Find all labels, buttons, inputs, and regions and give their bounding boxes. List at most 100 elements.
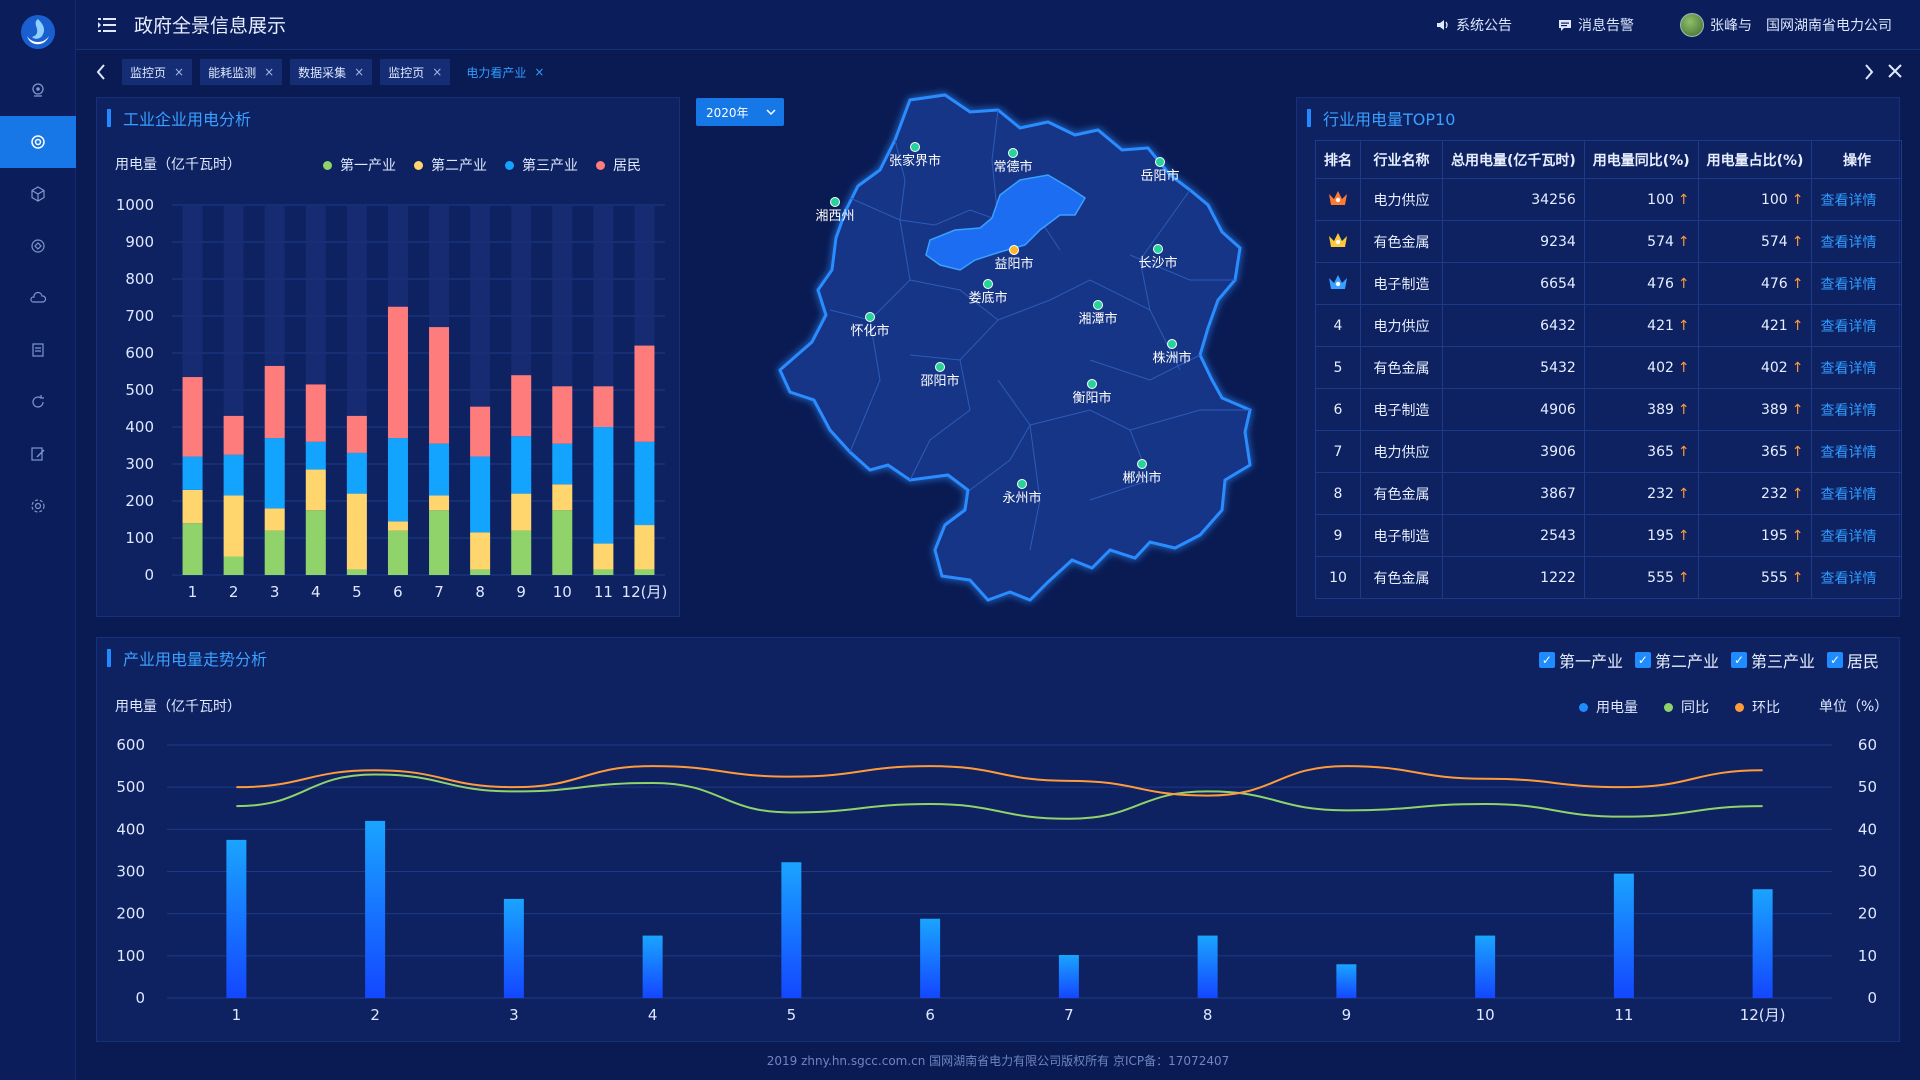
tab-close-icon[interactable]: ×: [432, 65, 442, 79]
bar[interactable]: [1197, 935, 1218, 998]
bar-segment[interactable]: [470, 456, 491, 533]
tab-1[interactable]: 能耗监测 ×: [200, 59, 283, 85]
bar-segment[interactable]: [387, 521, 408, 531]
action-value[interactable]: 查看详情: [1820, 361, 1876, 377]
bar-segment[interactable]: [552, 510, 573, 575]
action-value[interactable]: 查看详情: [1820, 193, 1876, 209]
tab-0[interactable]: 监控页 ×: [122, 59, 193, 85]
bar-segment[interactable]: [634, 569, 655, 575]
bar-segment[interactable]: [346, 415, 367, 453]
bar-segment[interactable]: [182, 377, 203, 457]
bar-segment[interactable]: [511, 375, 532, 437]
bar-segment[interactable]: [634, 345, 655, 442]
bar[interactable]: [1613, 873, 1634, 998]
bar[interactable]: [1058, 954, 1079, 998]
action-cell[interactable]: 查看详情: [1811, 346, 1903, 389]
bar[interactable]: [642, 935, 663, 998]
action-cell[interactable]: 查看详情: [1811, 220, 1903, 263]
sidebar-item-target[interactable]: [0, 116, 76, 168]
sidebar-item-cube[interactable]: [0, 168, 76, 220]
bar-segment[interactable]: [470, 532, 491, 570]
user-menu[interactable]: 张峰与 国网湖南省电力公司: [1680, 12, 1892, 37]
bar-segment[interactable]: [634, 441, 655, 526]
bar-segment[interactable]: [552, 484, 573, 511]
bar-segment[interactable]: [593, 543, 614, 570]
tab-scroll-left[interactable]: [90, 61, 112, 83]
bar[interactable]: [1475, 935, 1496, 998]
bar-segment[interactable]: [264, 508, 285, 531]
bar-segment[interactable]: [182, 489, 203, 524]
action-value[interactable]: 查看详情: [1820, 445, 1876, 461]
action-cell[interactable]: 查看详情: [1811, 262, 1903, 305]
action-cell[interactable]: 查看详情: [1811, 304, 1903, 347]
tab-close-icon[interactable]: ×: [174, 65, 184, 79]
bar-segment[interactable]: [387, 438, 408, 522]
menu-toggle-icon[interactable]: [98, 17, 116, 33]
bar-segment[interactable]: [305, 510, 326, 575]
bar-segment[interactable]: [223, 454, 244, 496]
tab-close-icon[interactable]: ×: [264, 65, 274, 79]
bar-segment[interactable]: [223, 415, 244, 455]
bar-segment[interactable]: [511, 493, 532, 531]
bar-segment[interactable]: [305, 469, 326, 511]
sidebar-item-refresh[interactable]: [0, 376, 76, 428]
bar[interactable]: [1336, 964, 1357, 998]
bar-segment[interactable]: [346, 493, 367, 570]
sidebar-item-cloud[interactable]: [0, 272, 76, 324]
action-value[interactable]: 查看详情: [1820, 529, 1876, 545]
bar-segment[interactable]: [552, 443, 573, 485]
bar-segment[interactable]: [182, 456, 203, 490]
bar-segment[interactable]: [593, 569, 614, 575]
bar-segment[interactable]: [346, 452, 367, 494]
bar-segment[interactable]: [429, 510, 450, 575]
bar-segment[interactable]: [429, 443, 450, 496]
bar-segment[interactable]: [264, 530, 285, 575]
chevron-right-icon[interactable]: [1864, 64, 1874, 80]
bar-segment[interactable]: [511, 530, 532, 575]
action-value[interactable]: 查看详情: [1820, 487, 1876, 503]
bar-segment[interactable]: [346, 569, 367, 575]
alert-link[interactable]: 消息告警: [1558, 15, 1634, 35]
bar-segment[interactable]: [429, 495, 450, 511]
sidebar-item-module[interactable]: [0, 220, 76, 272]
announcement-link[interactable]: 系统公告: [1436, 15, 1512, 35]
action-cell[interactable]: 查看详情: [1811, 388, 1903, 431]
bar-segment[interactable]: [223, 495, 244, 557]
action-cell[interactable]: 查看详情: [1811, 556, 1903, 599]
bar-segment[interactable]: [182, 523, 203, 575]
action-value[interactable]: 查看详情: [1820, 571, 1876, 587]
action-value[interactable]: 查看详情: [1820, 235, 1876, 251]
sidebar-item-settings[interactable]: [0, 480, 76, 532]
action-value[interactable]: 查看详情: [1820, 277, 1876, 293]
bar-segment[interactable]: [264, 365, 285, 439]
sidebar-item-document[interactable]: [0, 324, 76, 376]
action-cell[interactable]: 查看详情: [1811, 430, 1903, 473]
bar-segment[interactable]: [634, 525, 655, 570]
bar-segment[interactable]: [387, 530, 408, 575]
bar-segment[interactable]: [264, 438, 285, 509]
bar[interactable]: [503, 898, 524, 998]
tab-2[interactable]: 数据采集 ×: [290, 59, 373, 85]
bar-segment[interactable]: [511, 436, 532, 494]
bar-segment[interactable]: [470, 569, 491, 575]
bar[interactable]: [1752, 889, 1773, 998]
bar-segment[interactable]: [305, 441, 326, 470]
bar-segment[interactable]: [387, 306, 408, 439]
sidebar-item-location[interactable]: [0, 64, 76, 116]
bar[interactable]: [920, 918, 941, 998]
action-cell[interactable]: 查看详情: [1811, 514, 1903, 557]
tab-4[interactable]: 电力看产业 ×: [458, 59, 552, 85]
tab-close-icon[interactable]: ×: [354, 65, 364, 79]
tab-3[interactable]: 监控页 ×: [380, 59, 451, 85]
app-logo[interactable]: [0, 0, 76, 64]
bar-segment[interactable]: [552, 386, 573, 444]
bar-segment[interactable]: [305, 384, 326, 442]
bar-segment[interactable]: [593, 427, 614, 544]
bar-segment[interactable]: [470, 406, 491, 457]
bar[interactable]: [781, 862, 802, 998]
tab-close-icon[interactable]: ×: [534, 65, 544, 79]
sidebar-item-edit[interactable]: [0, 428, 76, 480]
action-value[interactable]: 查看详情: [1820, 403, 1876, 419]
close-all-icon[interactable]: [1888, 64, 1902, 78]
action-cell[interactable]: 查看详情: [1811, 178, 1903, 221]
